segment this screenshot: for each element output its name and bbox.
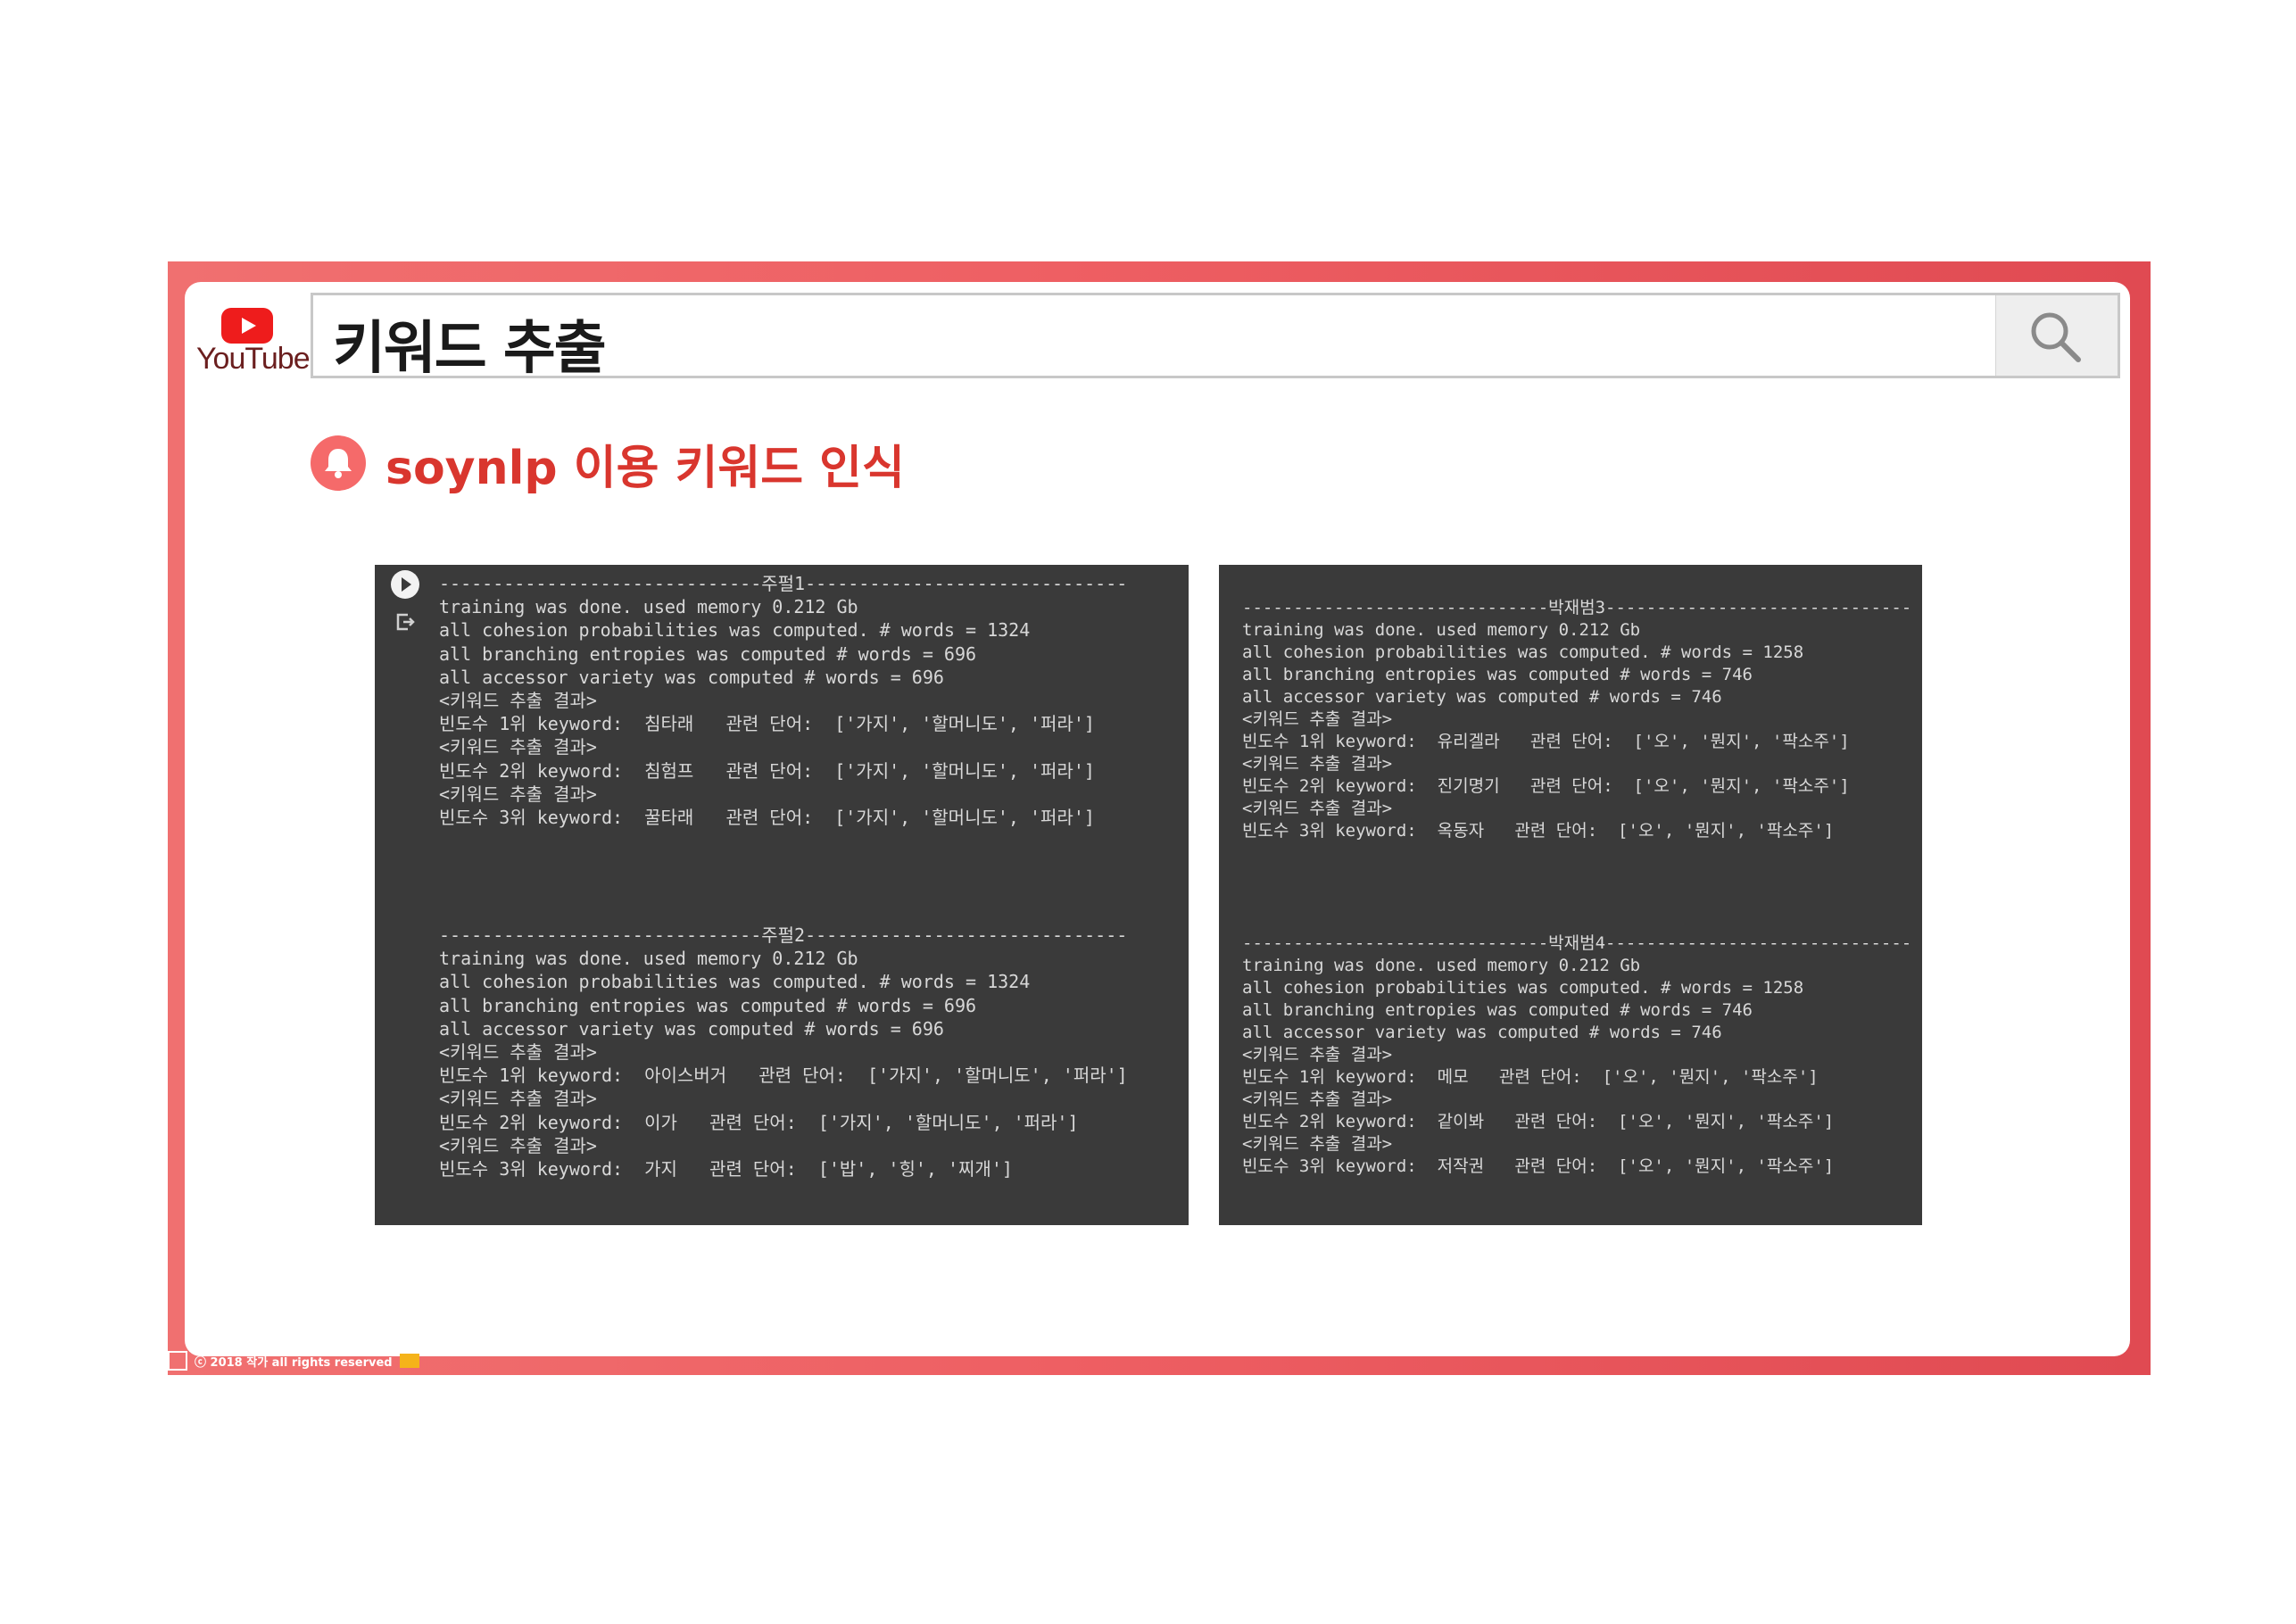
bell-icon	[311, 435, 366, 491]
run-cell-button[interactable]	[391, 570, 419, 599]
output-line: training was done. used memory 0.212 Gb	[1242, 956, 1641, 975]
output-block-3: ------------------------------박재범3------…	[1242, 597, 1911, 842]
output-line: training was done. used memory 0.212 Gb	[1242, 620, 1641, 640]
output-line: ------------------------------주펄2-------…	[439, 924, 1128, 946]
output-line: training was done. used memory 0.212 Gb	[439, 948, 858, 970]
output-line: all cohesion probabilities was computed.…	[439, 619, 1031, 642]
output-line: all accessor variety was computed # word…	[1242, 687, 1722, 707]
output-line: 빈도수 2위 keyword: 침험프 관련 단어: ['가지', '할머니도'…	[439, 759, 1095, 782]
output-line: <키워드 추출 결과>	[439, 1134, 597, 1156]
search-query[interactable]: 키워드 추출	[333, 302, 607, 385]
output-line: <키워드 추출 결과>	[439, 736, 597, 758]
copyright-text: ⓒ 2018 작가 all rights reserved	[195, 1355, 393, 1370]
section-title: soynlp 이용 키워드 인식	[385, 442, 905, 495]
output-line: all cohesion probabilities was computed.…	[1242, 978, 1804, 998]
output-line: <키워드 추출 결과>	[1242, 799, 1393, 818]
search-bar[interactable]: 키워드 추출	[311, 293, 2120, 382]
youtube-logo: YouTube	[196, 308, 311, 379]
copyright-footer: ⓒ 2018 작가 all rights reserved	[168, 1349, 419, 1372]
output-line: all accessor variety was computed # word…	[439, 1017, 944, 1040]
output-line: all accessor variety was computed # word…	[439, 666, 944, 688]
search-icon	[2031, 312, 2081, 362]
output-line: 빈도수 3위 keyword: 꿀타래 관련 단어: ['가지', '할머니도'…	[439, 806, 1095, 828]
terminal-output-right: ------------------------------박재범3------…	[1219, 565, 1922, 1225]
output-line: 빈도수 2위 keyword: 진기명기 관련 단어: ['오', '뭔지', …	[1242, 776, 1850, 796]
output-line: 빈도수 3위 keyword: 가지 관련 단어: ['밥', '힝', '찌개…	[439, 1157, 1013, 1180]
output-line: ------------------------------박재범4------…	[1242, 933, 1912, 953]
output-line: all cohesion probabilities was computed.…	[439, 971, 1031, 993]
output-line: <키워드 추출 결과>	[439, 689, 597, 711]
output-line: <키워드 추출 결과>	[439, 1088, 597, 1110]
output-line: 빈도수 1위 keyword: 메모 관련 단어: ['오', '뭔지', '팍…	[1242, 1067, 1819, 1087]
output-line: <키워드 추출 결과>	[1242, 1134, 1393, 1154]
output-line: <키워드 추출 결과>	[1242, 709, 1393, 729]
youtube-play-icon	[221, 308, 273, 344]
output-line: <키워드 추출 결과>	[1242, 1090, 1393, 1109]
output-line: all accessor variety was computed # word…	[1242, 1023, 1722, 1042]
output-line: all branching entropies was computed # w…	[1242, 665, 1753, 684]
output-line: all branching entropies was computed # w…	[1242, 1000, 1753, 1020]
output-line: 빈도수 1위 keyword: 유리겔라 관련 단어: ['오', '뭔지', …	[1242, 732, 1850, 751]
footer-logo-icon	[168, 1351, 187, 1371]
output-line: ------------------------------주펄1-------…	[439, 573, 1128, 594]
output-line: 빈도수 2위 keyword: 같이봐 관련 단어: ['오', '뭔지', '…	[1242, 1112, 1835, 1131]
output-line: 빈도수 3위 keyword: 저작권 관련 단어: ['오', '뭔지', '…	[1242, 1156, 1835, 1176]
output-icon[interactable]	[394, 611, 416, 633]
terminal-output-left: ------------------------------주펄1-------…	[375, 565, 1189, 1225]
output-block-4: ------------------------------박재범4------…	[1242, 932, 1911, 1178]
output-line: <키워드 추출 결과>	[439, 1040, 597, 1063]
search-button[interactable]	[1995, 295, 2118, 376]
output-block-1: ------------------------------주펄1-------…	[439, 572, 1127, 829]
output-line: 빈도수 2위 keyword: 이가 관련 단어: ['가지', '할머니도',…	[439, 1111, 1079, 1133]
output-block-2: ------------------------------주펄2-------…	[439, 924, 1128, 1181]
youtube-logo-text: YouTube	[196, 342, 311, 376]
output-line: all cohesion probabilities was computed.…	[1242, 642, 1804, 662]
output-line: <키워드 추출 결과>	[1242, 1045, 1393, 1065]
output-line: ------------------------------박재범3------…	[1242, 598, 1912, 617]
output-line: all branching entropies was computed # w…	[439, 642, 977, 665]
output-line: training was done. used memory 0.212 Gb	[439, 596, 858, 618]
footer-tab-mark	[399, 1354, 419, 1368]
output-line: 빈도수 3위 keyword: 옥동자 관련 단어: ['오', '뭔지', '…	[1242, 821, 1835, 841]
output-line: <키워드 추출 결과>	[1242, 754, 1393, 774]
output-line: <키워드 추출 결과>	[439, 783, 597, 805]
output-line: 빈도수 1위 keyword: 아이스버거 관련 단어: ['가지', '할머니…	[439, 1065, 1128, 1087]
output-line: 빈도수 1위 keyword: 침타래 관련 단어: ['가지', '할머니도'…	[439, 713, 1095, 735]
output-line: all branching entropies was computed # w…	[439, 994, 977, 1016]
